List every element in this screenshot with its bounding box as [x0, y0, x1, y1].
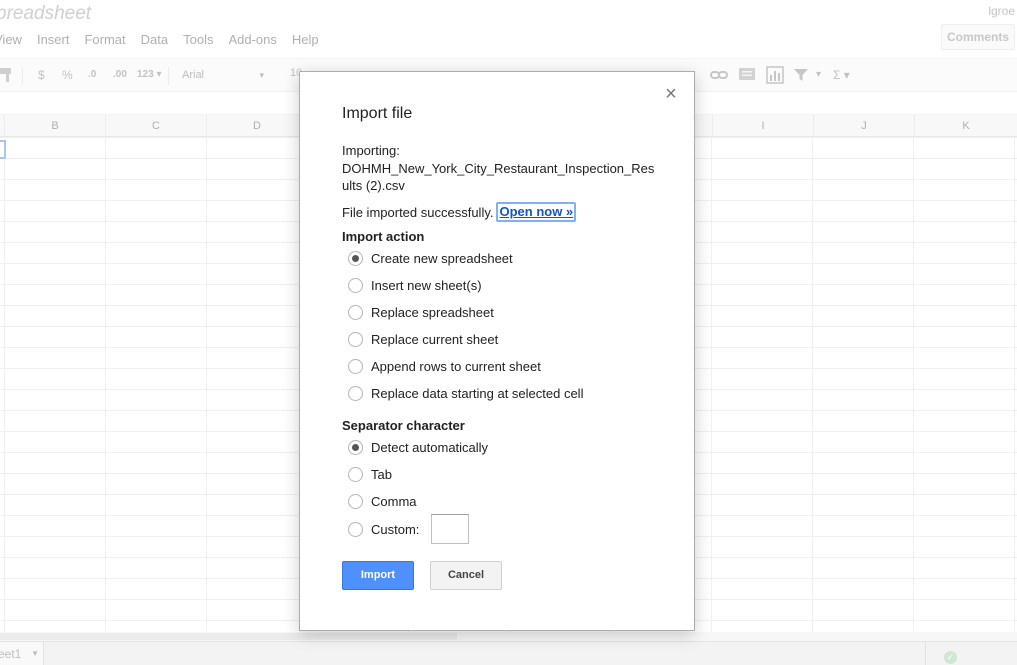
- chart-icon[interactable]: [766, 66, 784, 84]
- import-status: File imported successfully. Open now »: [342, 202, 577, 222]
- more-formats-button[interactable]: 123 ▾: [137, 67, 161, 83]
- comment-icon[interactable]: [738, 67, 756, 83]
- menu-tools[interactable]: Tools: [183, 32, 213, 50]
- column-header-k[interactable]: K: [914, 115, 1017, 137]
- import-action-option[interactable]: Replace spreadsheet: [348, 305, 494, 320]
- radio-button[interactable]: [348, 494, 363, 509]
- comments-button[interactable]: Comments: [941, 24, 1015, 50]
- saved-check-icon: ✓: [944, 651, 957, 664]
- percent-format-button[interactable]: %: [62, 67, 73, 83]
- user-name[interactable]: lgroe: [988, 4, 1015, 18]
- document-title[interactable]: preadsheet: [0, 3, 91, 25]
- menu-add-ons[interactable]: Add-ons: [228, 32, 276, 50]
- scrollbar-thumb[interactable]: [0, 633, 457, 640]
- link-icon[interactable]: [710, 68, 728, 82]
- option-label: Replace data starting at selected cell: [371, 386, 584, 401]
- menu-insert[interactable]: Insert: [37, 32, 70, 50]
- cancel-button[interactable]: Cancel: [430, 561, 502, 590]
- menu-help[interactable]: Help: [292, 32, 319, 50]
- close-icon[interactable]: ×: [663, 84, 679, 104]
- horizontal-scrollbar[interactable]: [0, 632, 1017, 641]
- radio-button[interactable]: [348, 440, 363, 455]
- separator-option[interactable]: Comma: [348, 494, 417, 509]
- import-filename: DOHMH_New_York_City_Restaurant_Inspectio…: [342, 161, 655, 193]
- menu-view[interactable]: View: [0, 32, 22, 50]
- chevron-down-icon[interactable]: ▼: [31, 642, 39, 665]
- column-header-j[interactable]: J: [813, 115, 914, 137]
- import-action-option[interactable]: Insert new sheet(s): [348, 278, 482, 293]
- radio-button[interactable]: [348, 305, 363, 320]
- option-label: Custom:: [371, 522, 420, 537]
- radio-button[interactable]: [348, 386, 363, 401]
- import-action-option[interactable]: Create new spreadsheet: [348, 251, 513, 266]
- selected-cell[interactable]: [0, 140, 6, 159]
- column-header-b[interactable]: B: [4, 115, 105, 137]
- option-label: Insert new sheet(s): [371, 278, 482, 293]
- custom-separator-input[interactable]: [431, 514, 469, 544]
- option-label: Create new spreadsheet: [371, 251, 513, 266]
- menu-data[interactable]: Data: [141, 32, 168, 50]
- open-now-link[interactable]: Open now »: [496, 202, 577, 222]
- radio-button[interactable]: [348, 332, 363, 347]
- option-label: Comma: [371, 494, 417, 509]
- currency-format-button[interactable]: $: [38, 67, 45, 83]
- import-action-option[interactable]: Replace current sheet: [348, 332, 498, 347]
- sheet-tab-label: eet1: [0, 647, 22, 661]
- font-family-select[interactable]: Arial: [176, 64, 268, 86]
- filter-icon[interactable]: [793, 68, 809, 82]
- paint-format-icon[interactable]: [0, 67, 14, 83]
- option-label: Tab: [371, 467, 392, 482]
- dialog-title: Import file: [342, 105, 413, 122]
- sheet-tab[interactable]: eet1 ▼: [0, 642, 44, 665]
- column-header-i[interactable]: I: [712, 115, 813, 137]
- option-label: Detect automatically: [371, 440, 489, 455]
- column-header-d[interactable]: D: [206, 115, 307, 137]
- option-label: Replace spreadsheet: [371, 305, 494, 320]
- decrease-decimals-button[interactable]: .0: [88, 67, 96, 83]
- status-divider: [925, 641, 926, 665]
- option-label: Append rows to current sheet: [371, 359, 541, 374]
- menu-format[interactable]: Format: [84, 32, 125, 50]
- separator-option[interactable]: Tab: [348, 467, 392, 482]
- filter-dropdown-icon[interactable]: ▾: [816, 67, 821, 83]
- import-button[interactable]: Import: [342, 561, 414, 590]
- radio-button[interactable]: [348, 278, 363, 293]
- separator-option[interactable]: Custom:: [348, 522, 419, 537]
- separator-option[interactable]: Detect automatically: [348, 440, 488, 455]
- radio-button[interactable]: [348, 251, 363, 266]
- radio-button[interactable]: [348, 522, 363, 537]
- increase-decimals-button[interactable]: .00: [113, 67, 127, 83]
- toolbar-divider: [22, 67, 23, 85]
- menu-bar: View Insert Format Data Tools Add-ons He…: [0, 32, 334, 50]
- toolbar-divider: [168, 67, 169, 85]
- radio-button[interactable]: [348, 359, 363, 374]
- import-action-option[interactable]: Append rows to current sheet: [348, 359, 541, 374]
- radio-button[interactable]: [348, 467, 363, 482]
- import-action-option[interactable]: Replace data starting at selected cell: [348, 386, 583, 401]
- column-header-c[interactable]: C: [105, 115, 206, 137]
- import-action-heading: Import action: [342, 229, 425, 244]
- functions-button[interactable]: Σ ▾: [833, 67, 850, 83]
- option-label: Replace current sheet: [371, 332, 499, 347]
- import-file-dialog: × Import file Importing: DOHMH_New_York_…: [299, 71, 695, 631]
- success-message: File imported successfully.: [342, 204, 494, 220]
- importing-label: Importing:: [342, 143, 400, 158]
- sheet-bar: eet1 ▼: [0, 641, 1017, 665]
- separator-heading: Separator character: [342, 418, 465, 433]
